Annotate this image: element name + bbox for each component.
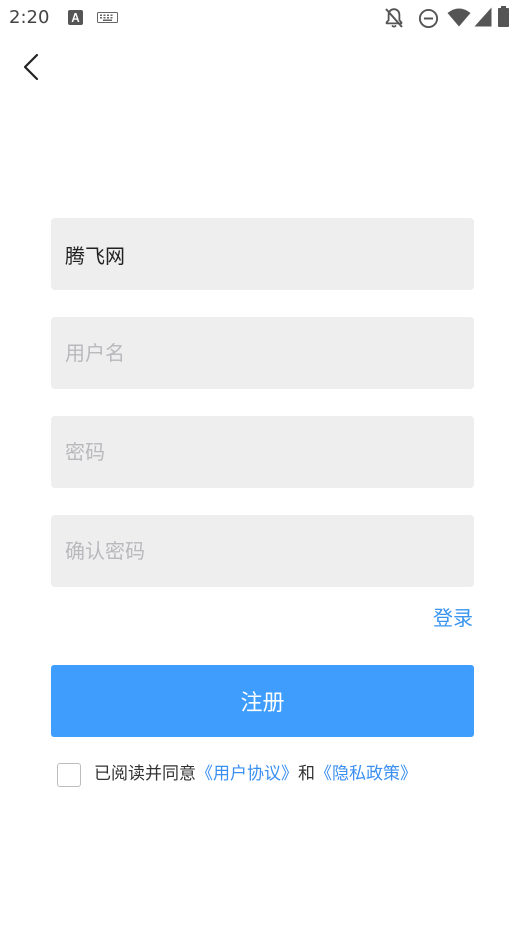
agreement-conjunction: 和 xyxy=(298,764,315,784)
chevron-left-icon xyxy=(23,53,39,81)
password-field[interactable] xyxy=(51,416,474,488)
login-link[interactable]: 登录 xyxy=(433,604,473,632)
back-button[interactable] xyxy=(14,48,48,86)
agreement-prefix: 已阅读并同意 xyxy=(94,764,196,784)
terms-link[interactable]: 《用户协议》 xyxy=(196,764,298,784)
notifications-off-icon xyxy=(385,8,403,28)
wifi-icon xyxy=(447,8,471,27)
battery-icon xyxy=(498,6,509,27)
register-button[interactable]: 注册 xyxy=(51,665,474,737)
register-screen: 2:20 腾飞网 用户名 登录 注册 已阅读并同意《用户协议》和《隐私政策》 xyxy=(0,0,524,933)
keyboard-icon xyxy=(97,12,118,23)
app-notification-icon xyxy=(68,10,83,25)
do-not-disturb-icon xyxy=(418,8,439,29)
site-field[interactable] xyxy=(51,218,474,290)
confirm-password-field[interactable] xyxy=(51,515,474,587)
username-field[interactable] xyxy=(51,317,474,389)
status-time: 2:20 xyxy=(9,7,50,28)
privacy-link[interactable]: 《隐私政策》 xyxy=(315,764,417,784)
agreement-text: 已阅读并同意《用户协议》和《隐私政策》 xyxy=(94,761,417,787)
agreement-checkbox[interactable] xyxy=(57,763,81,787)
cell-signal-icon xyxy=(474,7,492,27)
